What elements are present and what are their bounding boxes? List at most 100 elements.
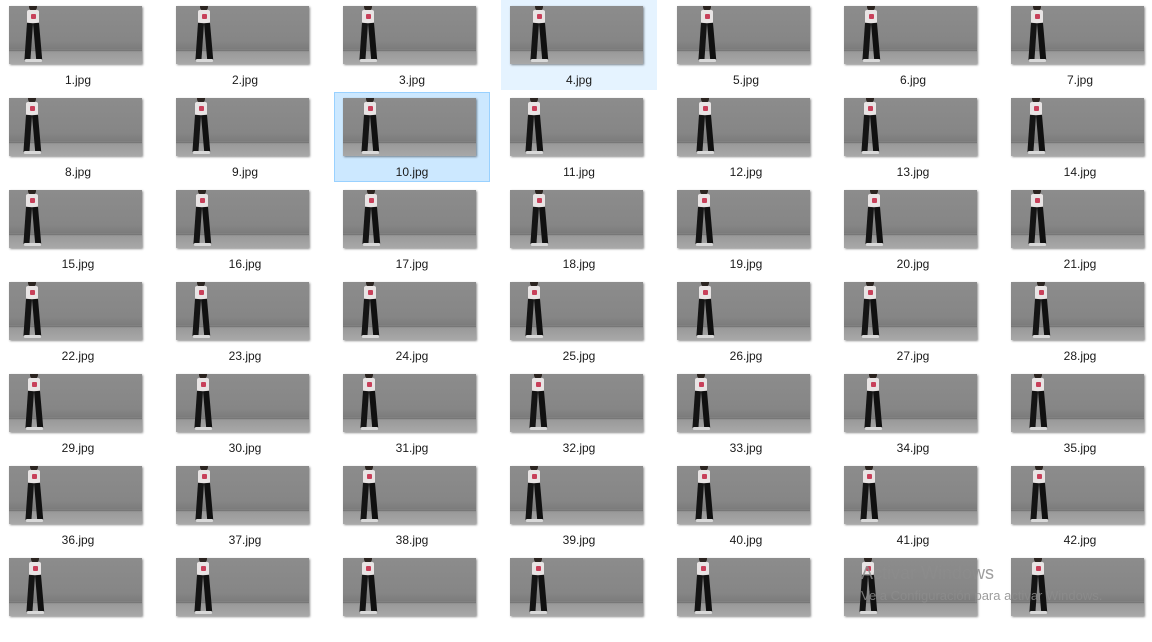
image-thumbnail xyxy=(1011,6,1144,64)
file-item[interactable]: 11.jpg xyxy=(501,92,657,182)
file-item[interactable]: 19.jpg xyxy=(668,184,824,274)
file-name-label: 17.jpg xyxy=(395,257,429,271)
image-thumbnail xyxy=(176,282,309,340)
image-thumbnail xyxy=(677,190,810,248)
file-name-label: 23.jpg xyxy=(228,349,262,363)
image-thumbnail xyxy=(343,558,476,616)
file-name-label: 30.jpg xyxy=(228,441,262,455)
image-thumbnail xyxy=(844,466,977,524)
file-item[interactable]: 16.jpg xyxy=(167,184,323,274)
file-item[interactable]: 37.jpg xyxy=(167,460,323,550)
file-name-label: 8.jpg xyxy=(64,165,92,179)
file-name-label: 41.jpg xyxy=(896,533,930,547)
file-name-label: 1.jpg xyxy=(64,73,92,87)
file-item[interactable]: 12.jpg xyxy=(668,92,824,182)
image-thumbnail xyxy=(1011,558,1144,616)
file-item[interactable]: 14.jpg xyxy=(1002,92,1152,182)
file-item[interactable]: 35.jpg xyxy=(1002,368,1152,458)
file-item[interactable]: 28.jpg xyxy=(1002,276,1152,366)
file-item[interactable] xyxy=(0,552,156,642)
file-item[interactable]: 42.jpg xyxy=(1002,460,1152,550)
file-name-label: 13.jpg xyxy=(896,165,930,179)
image-thumbnail xyxy=(343,466,476,524)
image-thumbnail xyxy=(510,466,643,524)
image-thumbnail xyxy=(176,466,309,524)
file-name-label: 19.jpg xyxy=(729,257,763,271)
file-item[interactable]: 30.jpg xyxy=(167,368,323,458)
image-thumbnail xyxy=(9,190,142,248)
file-item[interactable]: 36.jpg xyxy=(0,460,156,550)
file-item[interactable] xyxy=(668,552,824,642)
file-item[interactable]: 32.jpg xyxy=(501,368,657,458)
file-item[interactable]: 15.jpg xyxy=(0,184,156,274)
image-thumbnail xyxy=(176,374,309,432)
file-item[interactable] xyxy=(835,552,991,642)
file-item[interactable]: 21.jpg xyxy=(1002,184,1152,274)
file-name-label: 18.jpg xyxy=(562,257,596,271)
file-item[interactable]: 8.jpg xyxy=(0,92,156,182)
image-thumbnail xyxy=(9,282,142,340)
file-item[interactable]: 7.jpg xyxy=(1002,0,1152,90)
file-item[interactable]: 39.jpg xyxy=(501,460,657,550)
file-item[interactable]: 5.jpg xyxy=(668,0,824,90)
file-item[interactable] xyxy=(1002,552,1152,642)
image-thumbnail xyxy=(176,190,309,248)
file-item[interactable]: 33.jpg xyxy=(668,368,824,458)
file-item[interactable]: 25.jpg xyxy=(501,276,657,366)
file-item[interactable] xyxy=(167,552,323,642)
file-item[interactable]: 9.jpg xyxy=(167,92,323,182)
file-item[interactable]: 13.jpg xyxy=(835,92,991,182)
image-thumbnail xyxy=(343,374,476,432)
file-item[interactable]: 24.jpg xyxy=(334,276,490,366)
file-item[interactable]: 41.jpg xyxy=(835,460,991,550)
file-item[interactable]: 27.jpg xyxy=(835,276,991,366)
file-item[interactable]: 29.jpg xyxy=(0,368,156,458)
image-thumbnail xyxy=(677,558,810,616)
file-item[interactable]: 4.jpg xyxy=(501,0,657,90)
file-name-label: 28.jpg xyxy=(1063,349,1097,363)
file-name-label: 22.jpg xyxy=(61,349,95,363)
image-thumbnail xyxy=(176,98,309,156)
file-item[interactable]: 2.jpg xyxy=(167,0,323,90)
image-thumbnail xyxy=(844,282,977,340)
image-thumbnail xyxy=(9,98,142,156)
file-item[interactable]: 17.jpg xyxy=(334,184,490,274)
file-name-label: 38.jpg xyxy=(395,533,429,547)
file-name-label: 10.jpg xyxy=(395,165,429,179)
image-thumbnail xyxy=(677,374,810,432)
file-item[interactable]: 22.jpg xyxy=(0,276,156,366)
file-name-label: 31.jpg xyxy=(395,441,429,455)
file-name-label: 11.jpg xyxy=(563,165,595,179)
file-item[interactable]: 6.jpg xyxy=(835,0,991,90)
file-item[interactable]: 10.jpg xyxy=(334,92,490,182)
file-item[interactable] xyxy=(334,552,490,642)
file-item[interactable]: 26.jpg xyxy=(668,276,824,366)
file-name-label: 36.jpg xyxy=(61,533,95,547)
image-thumbnail xyxy=(9,6,142,64)
file-name-label: 16.jpg xyxy=(228,257,262,271)
file-name-label: 12.jpg xyxy=(729,165,763,179)
image-thumbnail xyxy=(510,374,643,432)
file-item[interactable]: 38.jpg xyxy=(334,460,490,550)
file-item[interactable]: 3.jpg xyxy=(334,0,490,90)
file-item[interactable]: 31.jpg xyxy=(334,368,490,458)
image-thumbnail xyxy=(176,6,309,64)
file-item[interactable]: 1.jpg xyxy=(0,0,156,90)
file-name-label: 6.jpg xyxy=(899,73,927,87)
file-name-label: 26.jpg xyxy=(729,349,763,363)
image-thumbnail xyxy=(510,190,643,248)
file-item[interactable]: 34.jpg xyxy=(835,368,991,458)
file-name-label: 7.jpg xyxy=(1066,73,1094,87)
file-item[interactable]: 40.jpg xyxy=(668,460,824,550)
file-item[interactable] xyxy=(501,552,657,642)
image-thumbnail xyxy=(677,282,810,340)
file-name-label: 29.jpg xyxy=(61,441,95,455)
file-item[interactable]: 18.jpg xyxy=(501,184,657,274)
file-item[interactable]: 23.jpg xyxy=(167,276,323,366)
image-thumbnail xyxy=(1011,466,1144,524)
file-name-label: 14.jpg xyxy=(1063,165,1097,179)
file-name-label: 24.jpg xyxy=(395,349,429,363)
file-item[interactable]: 20.jpg xyxy=(835,184,991,274)
file-name-label: 4.jpg xyxy=(565,73,593,87)
file-name-label: 20.jpg xyxy=(896,257,930,271)
